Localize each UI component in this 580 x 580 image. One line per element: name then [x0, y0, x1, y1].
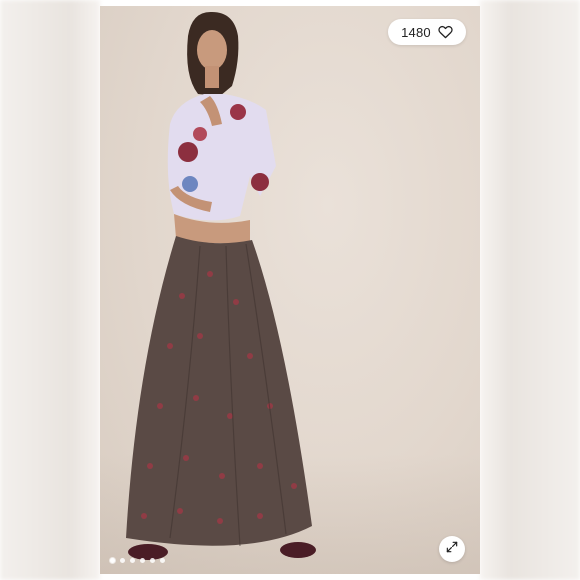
heart-outline-icon — [438, 25, 453, 39]
carousel-dot-1[interactable] — [110, 558, 115, 563]
like-count: 1480 — [401, 24, 431, 40]
carousel-dots — [110, 558, 165, 563]
expand-arrows-icon — [445, 540, 459, 559]
listing-image-viewer: 1480 — [0, 0, 580, 580]
like-button[interactable]: 1480 — [388, 19, 466, 45]
carousel-dot-6[interactable] — [160, 558, 165, 563]
carousel-dot-4[interactable] — [140, 558, 145, 563]
product-photo[interactable] — [100, 6, 480, 574]
carousel-dot-3[interactable] — [130, 558, 135, 563]
blurred-backdrop-right — [480, 0, 580, 580]
expand-image-button[interactable] — [439, 536, 465, 562]
blurred-backdrop-left — [0, 0, 100, 580]
carousel-dot-2[interactable] — [120, 558, 125, 563]
carousel-dot-5[interactable] — [150, 558, 155, 563]
model-illustration — [126, 11, 316, 560]
